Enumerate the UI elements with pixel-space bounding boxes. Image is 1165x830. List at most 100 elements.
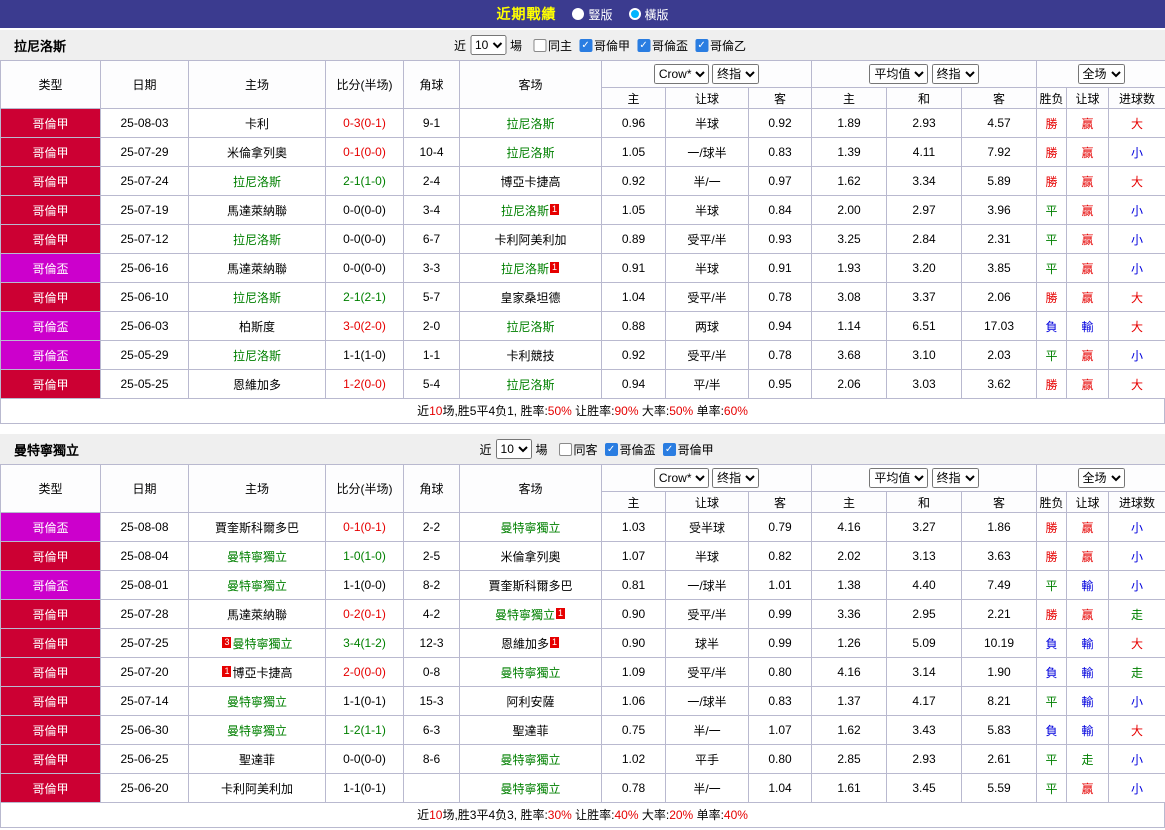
league-badge: 哥倫甲 bbox=[0, 715, 101, 745]
col-goals-result: 进球数 bbox=[1108, 491, 1165, 513]
match-date: 25-05-25 bbox=[100, 369, 189, 399]
away-team-name[interactable]: 皇家桑坦德 bbox=[500, 291, 560, 305]
filter-checkbox[interactable]: ✓ 哥倫盃 bbox=[604, 441, 656, 458]
away-team-name[interactable]: 曼特寧獨立 bbox=[500, 521, 560, 535]
home-team-name[interactable]: 拉尼洛斯 bbox=[233, 233, 281, 247]
home-team-name[interactable]: 柏斯度 bbox=[239, 320, 275, 334]
summary-segment: 单率: bbox=[693, 404, 724, 418]
match-row: 哥倫甲 25-07-19 馬達萊納聯 0-0(0-0) 3-4 拉尼洛斯 1 1.05 半球 0.… bbox=[0, 195, 1165, 225]
away-team-name[interactable]: 賈奎斯科爾多巴 bbox=[488, 579, 572, 593]
handicap-odds-away: 0.95 bbox=[748, 369, 812, 399]
home-team-name[interactable]: 曼特寧獨立 bbox=[227, 695, 287, 709]
avg-odds-home: 1.61 bbox=[811, 773, 887, 803]
home-team-name[interactable]: 恩維加多 bbox=[233, 378, 281, 392]
away-team-cell: 賈奎斯科爾多巴 bbox=[459, 570, 602, 600]
avg-odds-time-select[interactable]: 终指 bbox=[931, 64, 979, 84]
home-team-name[interactable]: 馬達萊納聯 bbox=[227, 608, 287, 622]
checkbox-label: 哥倫盃 bbox=[652, 38, 689, 53]
filter-checkbox[interactable]: ✓ 哥倫甲 bbox=[662, 441, 714, 458]
corner-score: 3-4 bbox=[403, 195, 460, 225]
avg-odds-away: 17.03 bbox=[960, 311, 1038, 341]
col-handicap-result: 让球 bbox=[1066, 87, 1110, 109]
match-date: 25-08-01 bbox=[100, 570, 189, 600]
handicap-odds-home: 0.92 bbox=[601, 166, 666, 196]
handicap-odds-time-select[interactable]: 终指 bbox=[712, 468, 760, 488]
handicap-line: 受半球 bbox=[665, 512, 749, 542]
home-team-name[interactable]: 馬達萊納聯 bbox=[227, 204, 287, 218]
period-select[interactable]: 全场 bbox=[1077, 468, 1125, 488]
result-outcome: 勝 bbox=[1036, 282, 1068, 312]
result-handicap: 走 bbox=[1066, 744, 1110, 774]
col-avg-away: 客 bbox=[960, 87, 1038, 109]
away-team-name[interactable]: 恩維加多 bbox=[501, 637, 549, 651]
away-team-name[interactable]: 聖達菲 bbox=[512, 724, 548, 738]
away-team-name[interactable]: 拉尼洛斯 bbox=[506, 117, 554, 131]
result-goals: 走 bbox=[1108, 657, 1165, 687]
home-team-name[interactable]: 曼特寧獨立 bbox=[227, 579, 287, 593]
handicap-line: 半/一 bbox=[665, 773, 749, 803]
home-team-name[interactable]: 馬達萊納聯 bbox=[227, 262, 287, 276]
avg-odds-draw: 3.14 bbox=[886, 657, 962, 687]
avg-odds-home: 1.89 bbox=[811, 108, 887, 138]
filter-checkbox[interactable]: ✓ 哥倫乙 bbox=[695, 37, 746, 54]
away-team-cell: 曼特寧獨立 bbox=[459, 773, 602, 803]
away-team-name[interactable]: 米倫拿列奧 bbox=[500, 550, 560, 564]
filter-checkbox[interactable]: ✓ 哥倫盃 bbox=[637, 37, 688, 54]
bookmaker-select[interactable]: Crow* bbox=[653, 468, 709, 488]
avg-odds-draw: 3.03 bbox=[886, 369, 962, 399]
corner-score: 6-7 bbox=[403, 224, 460, 254]
corner-score bbox=[403, 773, 460, 803]
filter-checkbox[interactable]: 同客 bbox=[558, 441, 598, 458]
home-team-name[interactable]: 曼特寧獨立 bbox=[232, 637, 292, 651]
away-team-name[interactable]: 曼特寧獨立 bbox=[495, 608, 555, 622]
avg-odds-home: 1.37 bbox=[811, 686, 887, 716]
home-team-name[interactable]: 拉尼洛斯 bbox=[233, 291, 281, 305]
result-outcome: 平 bbox=[1036, 773, 1068, 803]
home-team-name[interactable]: 聖達菲 bbox=[239, 753, 275, 767]
away-team-name[interactable]: 曼特寧獨立 bbox=[500, 753, 560, 767]
recent-games-select[interactable]: 10 bbox=[469, 35, 506, 55]
filter-checkbox[interactable]: 同主 bbox=[533, 37, 572, 54]
home-team-name[interactable]: 卡利阿美利加 bbox=[221, 782, 293, 796]
radio-vertical-layout[interactable]: 豎版 bbox=[572, 6, 613, 23]
avg-odds-time-select[interactable]: 终指 bbox=[931, 468, 979, 488]
period-select[interactable]: 全场 bbox=[1077, 64, 1125, 84]
avg-select[interactable]: 平均值 bbox=[869, 468, 929, 488]
bookmaker-select[interactable]: Crow* bbox=[653, 64, 709, 84]
radio-horizontal-layout[interactable]: 橫版 bbox=[628, 6, 669, 23]
recent-games-select[interactable]: 10 bbox=[495, 439, 532, 459]
filter-checkbox[interactable]: ✓ 哥倫甲 bbox=[579, 37, 630, 54]
away-team-name[interactable]: 拉尼洛斯 bbox=[501, 204, 549, 218]
away-team-name[interactable]: 曼特寧獨立 bbox=[500, 666, 560, 680]
home-team-name[interactable]: 拉尼洛斯 bbox=[233, 175, 281, 189]
home-team-name[interactable]: 卡利 bbox=[245, 117, 269, 131]
summary-segment: 30% bbox=[547, 808, 572, 822]
home-team-name[interactable]: 米倫拿列奧 bbox=[227, 146, 287, 160]
avg-odds-home: 2.06 bbox=[811, 369, 887, 399]
handicap-odds-time-select[interactable]: 终指 bbox=[712, 64, 760, 84]
away-team-name[interactable]: 卡利阿美利加 bbox=[494, 233, 566, 247]
handicap-odds-home: 1.04 bbox=[601, 282, 666, 312]
away-team-name[interactable]: 拉尼洛斯 bbox=[506, 320, 554, 334]
home-team-cell: 曼特寧獨立 bbox=[188, 686, 326, 716]
away-team-name[interactable]: 拉尼洛斯 bbox=[506, 146, 554, 160]
match-score: 1-1(1-0) bbox=[325, 340, 404, 370]
away-team-name[interactable]: 卡利競技 bbox=[506, 349, 554, 363]
away-team-name[interactable]: 阿利安薩 bbox=[506, 695, 554, 709]
home-team-name[interactable]: 曼特寧獨立 bbox=[227, 550, 287, 564]
away-team-name[interactable]: 博亞卡捷高 bbox=[500, 175, 560, 189]
league-badge: 哥倫盃 bbox=[0, 512, 101, 542]
col-odds-away: 客 bbox=[748, 491, 812, 513]
home-team-name[interactable]: 博亞卡捷高 bbox=[232, 666, 292, 680]
match-score: 3-4(1-2) bbox=[325, 628, 404, 658]
avg-select[interactable]: 平均值 bbox=[869, 64, 929, 84]
avg-odds-draw: 5.09 bbox=[886, 628, 962, 658]
avg-odds-away: 2.03 bbox=[960, 340, 1038, 370]
away-team-name[interactable]: 曼特寧獨立 bbox=[500, 782, 560, 796]
home-team-name[interactable]: 拉尼洛斯 bbox=[233, 349, 281, 363]
home-team-name[interactable]: 賈奎斯科爾多巴 bbox=[215, 521, 299, 535]
away-team-name[interactable]: 拉尼洛斯 bbox=[506, 378, 554, 392]
handicap-group-header: Crow* 终指 bbox=[601, 464, 812, 492]
home-team-name[interactable]: 曼特寧獨立 bbox=[227, 724, 287, 738]
away-team-name[interactable]: 拉尼洛斯 bbox=[501, 262, 549, 276]
